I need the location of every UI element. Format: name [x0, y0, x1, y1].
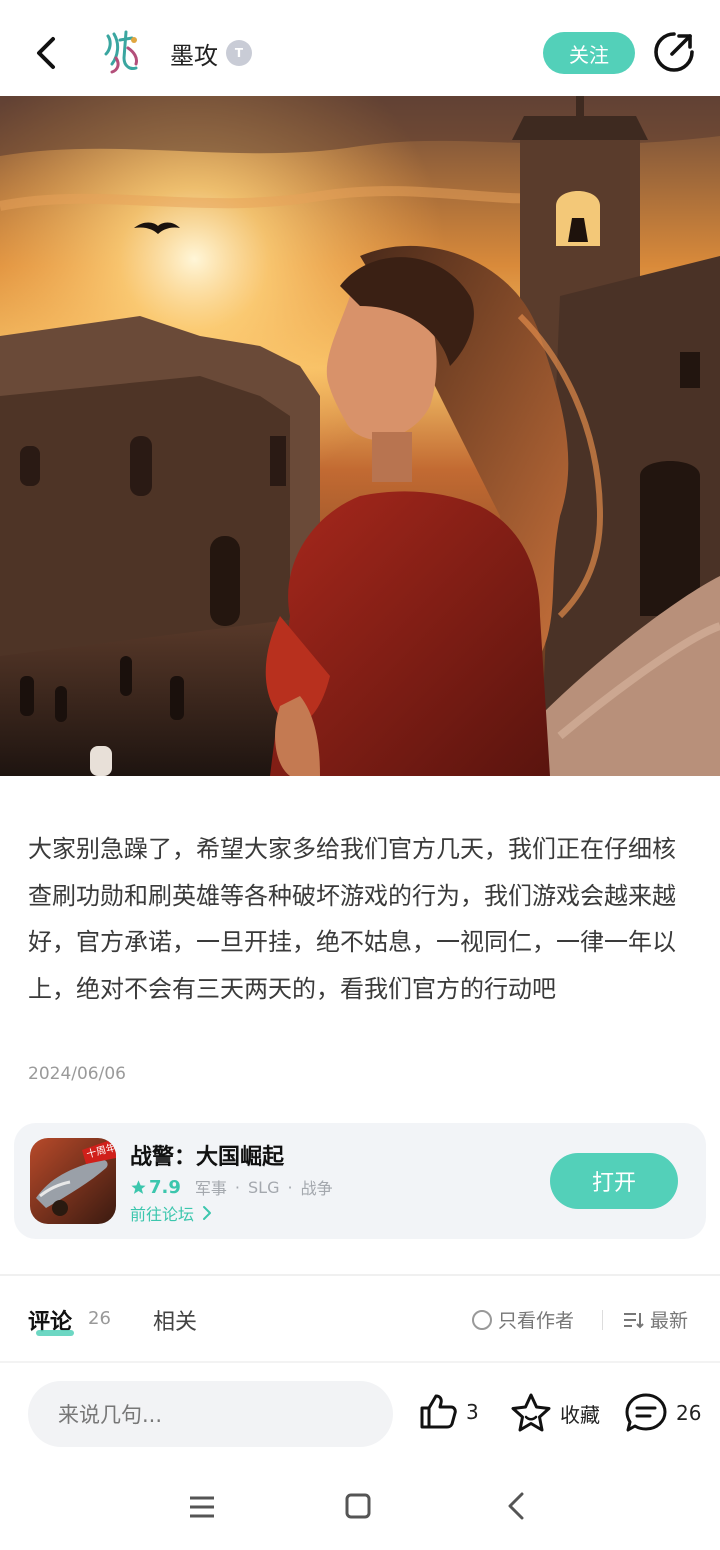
- game-title[interactable]: 战警：大国崛起: [130, 1139, 284, 1171]
- sort-icon: [624, 1312, 644, 1328]
- chevron-left-icon: [37, 37, 55, 69]
- section-divider: [0, 1274, 720, 1276]
- divider: [0, 1361, 720, 1363]
- thumbs-up-icon: [420, 1394, 457, 1429]
- system-nav-bar: [0, 1470, 720, 1550]
- back-chevron-icon: [508, 1492, 524, 1520]
- system-back-button[interactable]: [504, 1490, 528, 1522]
- comments-button[interactable]: 26: [624, 1392, 701, 1434]
- tab-comments-count: 26: [88, 1308, 111, 1329]
- game-tag: SLG: [248, 1177, 280, 1197]
- menu-icon: [190, 1496, 214, 1518]
- divider: [602, 1310, 603, 1330]
- share-button[interactable]: [652, 30, 696, 74]
- post-date: 2024/06/06: [28, 1064, 126, 1084]
- game-icon[interactable]: 十周年: [30, 1138, 116, 1224]
- favorite-button[interactable]: 收藏: [510, 1392, 600, 1434]
- tab-related[interactable]: 相关: [153, 1304, 197, 1336]
- forum-link-label: 前往论坛: [130, 1205, 195, 1224]
- author-only-toggle[interactable]: 只看作者: [472, 1306, 574, 1333]
- sort-button[interactable]: 最新: [622, 1306, 688, 1333]
- author-avatar[interactable]: [98, 28, 146, 76]
- post-content: 大家别急躁了，希望大家多给我们官方几天，我们正在仔细核查刷功勋和刷英雄等各种破坏…: [28, 835, 676, 1003]
- post-header: 墨攻 T 关注: [0, 0, 720, 96]
- home-button[interactable]: [344, 1492, 372, 1520]
- back-button[interactable]: [26, 30, 66, 76]
- comment-icon: [625, 1393, 667, 1432]
- radio-icon: [472, 1309, 492, 1330]
- author-only-label: 只看作者: [498, 1310, 575, 1332]
- favorite-label: 收藏: [560, 1402, 600, 1427]
- home-square-icon: [345, 1493, 371, 1519]
- game-tag: 战争: [300, 1179, 333, 1198]
- recent-apps-button[interactable]: [188, 1494, 216, 1520]
- tab-active-indicator: [36, 1330, 74, 1336]
- game-meta: 7.9 军事 · SLG · 战争: [130, 1175, 333, 1199]
- game-rating-value: 7.9: [149, 1176, 181, 1198]
- game-card[interactable]: 十周年 战警：大国崛起 7.9 军事 · SLG · 战争 前往论坛 打开: [14, 1123, 706, 1239]
- follow-button[interactable]: 关注: [543, 32, 635, 74]
- level-badge: T: [226, 40, 252, 66]
- like-button[interactable]: 3: [418, 1392, 479, 1432]
- game-rating: 7.9: [130, 1177, 181, 1198]
- share-icon: [654, 32, 694, 72]
- forum-link[interactable]: 前往论坛: [130, 1201, 214, 1225]
- comment-input[interactable]: 来说几句...: [28, 1381, 393, 1447]
- tag-separator: ·: [287, 1177, 293, 1197]
- star-outline-icon: [511, 1393, 551, 1432]
- open-game-button[interactable]: 打开: [550, 1153, 678, 1209]
- game-tag: 军事: [194, 1179, 227, 1198]
- chevron-right-icon: [203, 1206, 212, 1220]
- like-count: 3: [466, 1400, 479, 1424]
- tag-separator: ·: [234, 1177, 240, 1197]
- post-image[interactable]: [0, 96, 720, 776]
- author-name[interactable]: 墨攻: [170, 36, 218, 71]
- sort-label: 最新: [650, 1310, 689, 1332]
- star-icon: [131, 1179, 146, 1194]
- comment-count: 26: [676, 1401, 702, 1425]
